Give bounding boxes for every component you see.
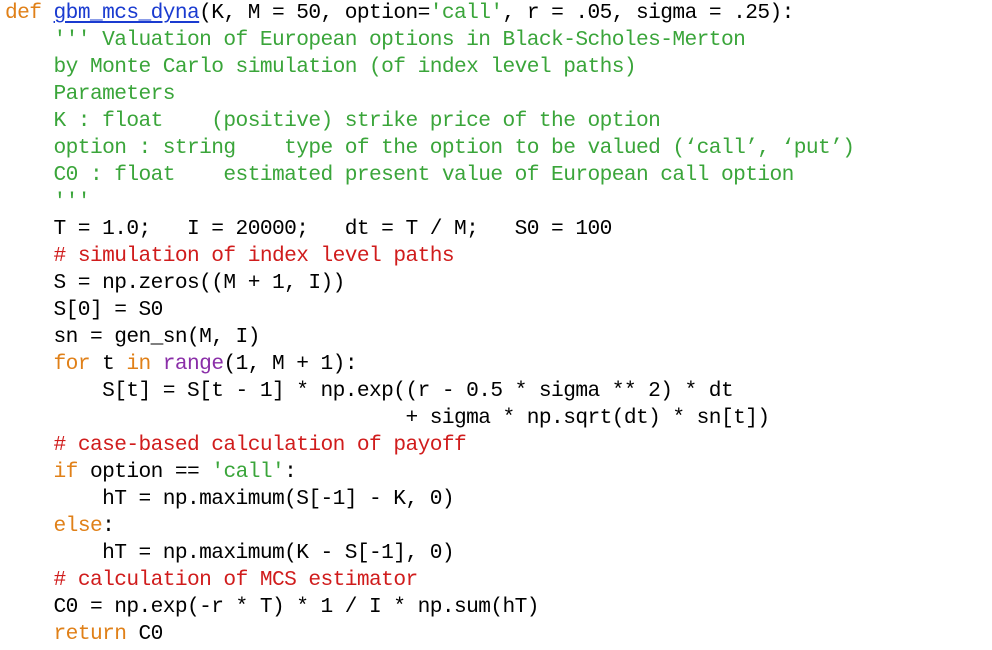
code-line: Parameters — [5, 81, 990, 108]
function-name-token: gbm_mcs_dyna — [53, 1, 200, 25]
comment-token: # calculation of MCS estimator — [53, 568, 419, 592]
code-line: + sigma * np.sqrt(dt) * sn[t]) — [5, 405, 990, 432]
keyword-token: else — [53, 514, 103, 538]
code-line: hT = np.maximum(K - S[-1], 0) — [5, 540, 990, 567]
code-token: S[0] = S0 — [5, 298, 164, 322]
code-line: else: — [5, 513, 990, 540]
keyword-token: def — [5, 1, 42, 25]
code-line: return C0 — [5, 621, 990, 648]
code-token: , r = .05, sigma = .25): — [502, 1, 795, 25]
docstring-token: Parameters — [5, 82, 176, 106]
code-line: sn = gen_sn(M, I) — [5, 324, 990, 351]
code-token: S[t] = S[t - 1] * np.exp((r - 0.5 * sigm… — [5, 379, 734, 403]
code-line: # case-based calculation of payoff — [5, 432, 990, 459]
docstring-token: C0 : float estimated present value of Eu… — [5, 163, 795, 187]
code-line: # calculation of MCS estimator — [5, 567, 990, 594]
code-token: option == — [77, 460, 212, 484]
docstring-token: by Monte Carlo simulation (of index leve… — [5, 55, 637, 79]
code-line: C0 : float estimated present value of Eu… — [5, 162, 990, 189]
code-line: S[0] = S0 — [5, 297, 990, 324]
string-token: 'call' — [211, 460, 285, 484]
code-line: K : float (positive) strike price of the… — [5, 108, 990, 135]
comment-token: # case-based calculation of payoff — [53, 433, 467, 457]
code-line: ''' Valuation of European options in Bla… — [5, 27, 990, 54]
code-token: hT = np.maximum(K - S[-1], 0) — [5, 541, 455, 565]
builtin-token: range — [162, 352, 224, 376]
code-token: C0 = np.exp(-r * T) * 1 / I * np.sum(hT) — [5, 595, 540, 619]
code-token: sn = gen_sn(M, I) — [5, 325, 261, 349]
code-token: C0 — [126, 622, 163, 646]
keyword-token: return — [53, 622, 127, 646]
code-line: T = 1.0; I = 20000; dt = T / M; S0 = 100 — [5, 216, 990, 243]
code-line: def gbm_mcs_dyna(K, M = 50, option='call… — [5, 0, 990, 27]
code-line: # simulation of index level paths — [5, 243, 990, 270]
code-token: S = np.zeros((M + 1, I)) — [5, 271, 346, 295]
string-token: 'call' — [429, 1, 503, 25]
code-line: S = np.zeros((M + 1, I)) — [5, 270, 990, 297]
code-token: t — [89, 352, 127, 376]
docstring-token: ''' — [5, 190, 91, 214]
code-token: hT = np.maximum(S[-1] - K, 0) — [5, 487, 455, 511]
docstring-token: K : float (positive) strike price of the… — [5, 109, 661, 133]
code-token: T = 1.0; I = 20000; dt = T / M; S0 = 100 — [5, 217, 613, 241]
keyword-token: in — [126, 352, 151, 376]
code-token: (1, M + 1): — [223, 352, 357, 376]
code-listing: def gbm_mcs_dyna(K, M = 50, option='call… — [5, 0, 990, 648]
code-token: : — [102, 514, 115, 538]
code-line: C0 = np.exp(-r * T) * 1 / I * np.sum(hT) — [5, 594, 990, 621]
docstring-token: ''' Valuation of European options in Bla… — [5, 28, 746, 52]
code-line: option : string type of the option to be… — [5, 135, 990, 162]
code-token: + sigma * np.sqrt(dt) * sn[t]) — [5, 406, 770, 430]
code-line: if option == 'call': — [5, 459, 990, 486]
code-token: : — [284, 460, 297, 484]
code-line: for t in range(1, M + 1): — [5, 351, 990, 378]
code-line: hT = np.maximum(S[-1] - K, 0) — [5, 486, 990, 513]
code-line: S[t] = S[t - 1] * np.exp((r - 0.5 * sigm… — [5, 378, 990, 405]
code-line: ''' — [5, 189, 990, 216]
keyword-token: if — [53, 460, 79, 484]
code-token: (K, M = 50, option= — [199, 1, 430, 25]
keyword-token: for — [53, 352, 91, 376]
code-line: by Monte Carlo simulation (of index leve… — [5, 54, 990, 81]
docstring-token: option : string type of the option to be… — [5, 136, 855, 160]
comment-token: # simulation of index level paths — [53, 244, 455, 268]
